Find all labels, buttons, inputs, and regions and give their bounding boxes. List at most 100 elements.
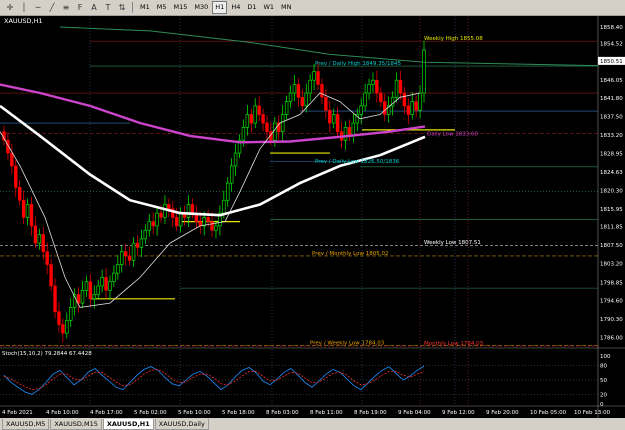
- candle-body: [367, 84, 371, 94]
- candle-body: [300, 97, 305, 107]
- candle-body: [88, 281, 93, 300]
- chart-tab[interactable]: XAUUSD,H1: [102, 419, 154, 430]
- candle-body: [96, 285, 100, 295]
- horizontal-line-icon[interactable]: ─: [32, 2, 44, 13]
- time-scale-label: 9 Feb 04:00: [398, 410, 431, 416]
- price-scale-label: 1798.85: [600, 280, 623, 286]
- time-scale-label: 5 Feb 02:00: [134, 410, 167, 416]
- timeframe-m5-button[interactable]: M5: [153, 1, 170, 14]
- candle-body: [418, 92, 422, 111]
- chart-area[interactable]: Weekly High 1855.08 Prev / Daily High 184…: [0, 16, 625, 418]
- candle-body: [398, 79, 403, 94]
- candle-body: [253, 105, 257, 124]
- arrows-icon[interactable]: ⇅: [116, 2, 128, 13]
- candle-body: [359, 105, 363, 115]
- candle-body: [280, 114, 285, 132]
- timeframe-h1-button[interactable]: H1: [212, 1, 228, 14]
- candle-body: [273, 122, 277, 141]
- price-chart[interactable]: Weekly High 1855.08 Prev / Daily High 184…: [0, 16, 625, 418]
- time-scale-label: 9 Feb 12:00: [442, 410, 475, 416]
- prev-daily-low-label: Prev / Daily Low 1826.50/1836: [315, 159, 400, 165]
- candle-body: [167, 204, 171, 210]
- candle-body: [410, 101, 414, 115]
- toolbar-separator: [132, 2, 133, 13]
- candle-body: [45, 251, 49, 265]
- price-scale-label: 1828.95: [600, 151, 623, 157]
- candle-body: [10, 152, 14, 167]
- candle-body: [226, 182, 230, 201]
- price-scale-label: 1807.50: [600, 243, 623, 249]
- candle-body: [186, 204, 191, 218]
- trendline-icon[interactable]: ╱: [46, 2, 58, 13]
- chart-tab[interactable]: XAUUSD,M15: [50, 419, 102, 430]
- candle-body: [92, 294, 96, 300]
- timeframe-h4-button[interactable]: H4: [228, 1, 244, 14]
- candle-body: [80, 289, 85, 304]
- price-scale-label: 1846.05: [600, 78, 623, 84]
- price-scale-label: 1837.50: [600, 115, 623, 121]
- timeframe-w1-button[interactable]: W1: [260, 1, 278, 14]
- stoch-scale-label: 0: [600, 402, 604, 408]
- candle-body: [332, 114, 336, 124]
- candle-body: [363, 92, 367, 107]
- timeframe-m15-button[interactable]: M15: [170, 1, 191, 14]
- candle-body: [104, 277, 108, 291]
- vertical-line-icon[interactable]: │: [18, 2, 30, 13]
- candle-body: [320, 84, 324, 98]
- time-scale-label: 5 Feb 18:00: [222, 410, 255, 416]
- stoch-scale-label: 100: [600, 354, 611, 360]
- candle-body: [29, 204, 34, 227]
- monthly-low-label: Monthly Low 1784.03: [424, 341, 484, 347]
- timeframe-d1-button[interactable]: D1: [244, 1, 260, 14]
- candle-body: [206, 217, 210, 222]
- stoch-label: Stoch(15,10,2) 79.2844 67.4428: [2, 351, 92, 357]
- time-scale-label: 4 Feb 17:00: [90, 410, 123, 416]
- timeframe-mn-button[interactable]: MN: [278, 1, 295, 14]
- weekly-low-label: Weekly Low 1807.51: [424, 240, 481, 246]
- candle-body: [406, 105, 410, 115]
- time-scale-label: 4 Feb 2021: [2, 410, 33, 416]
- candle-body: [351, 122, 356, 137]
- candle-body: [265, 122, 269, 132]
- price-scale-label: 1811.85: [600, 225, 623, 231]
- text-icon[interactable]: A: [88, 2, 100, 13]
- timeframe-m1-button[interactable]: M1: [137, 1, 153, 14]
- prev-monthly-low-label: Prev / Monthly Low 1805.02: [312, 251, 388, 257]
- candle-body: [84, 281, 89, 291]
- weekly-high-label: Weekly High 1855.08: [424, 36, 483, 42]
- candle-body: [116, 264, 120, 274]
- crosshair-icon[interactable]: ✛: [4, 2, 16, 13]
- candle-body: [100, 277, 104, 287]
- chart-tab[interactable]: XAUUSD,Daily: [154, 419, 209, 430]
- timeframe-m30-button[interactable]: M30: [191, 1, 212, 14]
- fibo-icon[interactable]: F: [74, 2, 86, 13]
- candle-body: [229, 165, 234, 184]
- chart-toolbar: ✛ │ ─ ╱ ≡ F A T ⇅ M1 M5 M15 M30 H1 H4 D1 W1 MN: [0, 0, 625, 16]
- candle-body: [335, 114, 340, 132]
- stoch-scale-label: 80: [600, 364, 607, 370]
- time-scale-label: 5 Feb 10:00: [178, 410, 211, 416]
- prev-daily-high-label: Prev / Daily High 1849.35/1845: [315, 61, 401, 67]
- candle-body: [371, 79, 375, 85]
- ma-green-line: [59, 26, 599, 67]
- candle-body: [324, 97, 328, 111]
- channel-icon[interactable]: ≡: [60, 2, 72, 13]
- candle-body: [210, 221, 214, 231]
- candle-body: [151, 221, 155, 227]
- label-icon[interactable]: T: [102, 2, 114, 13]
- time-scale-label: 10 Feb 05:00: [530, 410, 567, 416]
- chart-tab[interactable]: XAUUSD,M5: [2, 419, 50, 430]
- candle-body: [25, 204, 30, 218]
- candle-body: [139, 238, 144, 248]
- candle-body: [402, 92, 407, 107]
- candle-body: [112, 272, 116, 282]
- time-scale-label: 9 Feb 20:00: [486, 410, 519, 416]
- candle-body: [108, 281, 112, 291]
- chart-tabs: XAUUSD,M5 XAUUSD,M15 XAUUSD,H1 XAUUSD,Daily: [0, 418, 625, 430]
- candle-body: [14, 165, 18, 188]
- price-scale-label: 1790.30: [600, 317, 623, 323]
- candle-body: [304, 92, 308, 107]
- candle-body: [292, 84, 297, 94]
- candle-body: [312, 71, 316, 81]
- stoch-scale-label: 50: [600, 378, 607, 384]
